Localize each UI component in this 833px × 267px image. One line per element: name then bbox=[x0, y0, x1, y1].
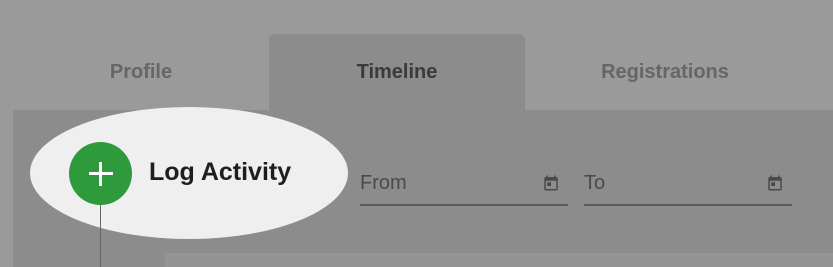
calendar-icon[interactable] bbox=[766, 174, 784, 192]
tab-registrations[interactable]: Registrations bbox=[525, 34, 805, 110]
calendar-icon[interactable] bbox=[542, 174, 560, 192]
tab-timeline[interactable]: Timeline bbox=[269, 34, 525, 110]
log-activity-button[interactable] bbox=[69, 142, 132, 205]
from-date-field[interactable]: From bbox=[360, 160, 568, 206]
plus-icon bbox=[88, 161, 113, 186]
tab-profile[interactable]: Profile bbox=[13, 34, 269, 110]
to-date-placeholder: To bbox=[584, 172, 606, 194]
from-date-placeholder: From bbox=[360, 172, 407, 194]
timeline-connector bbox=[100, 205, 101, 267]
tab-bar: Profile Timeline Registrations bbox=[13, 34, 833, 110]
timeline-card bbox=[165, 253, 833, 267]
log-activity-label: Log Activity bbox=[149, 158, 292, 186]
to-date-field[interactable]: To bbox=[584, 160, 792, 206]
